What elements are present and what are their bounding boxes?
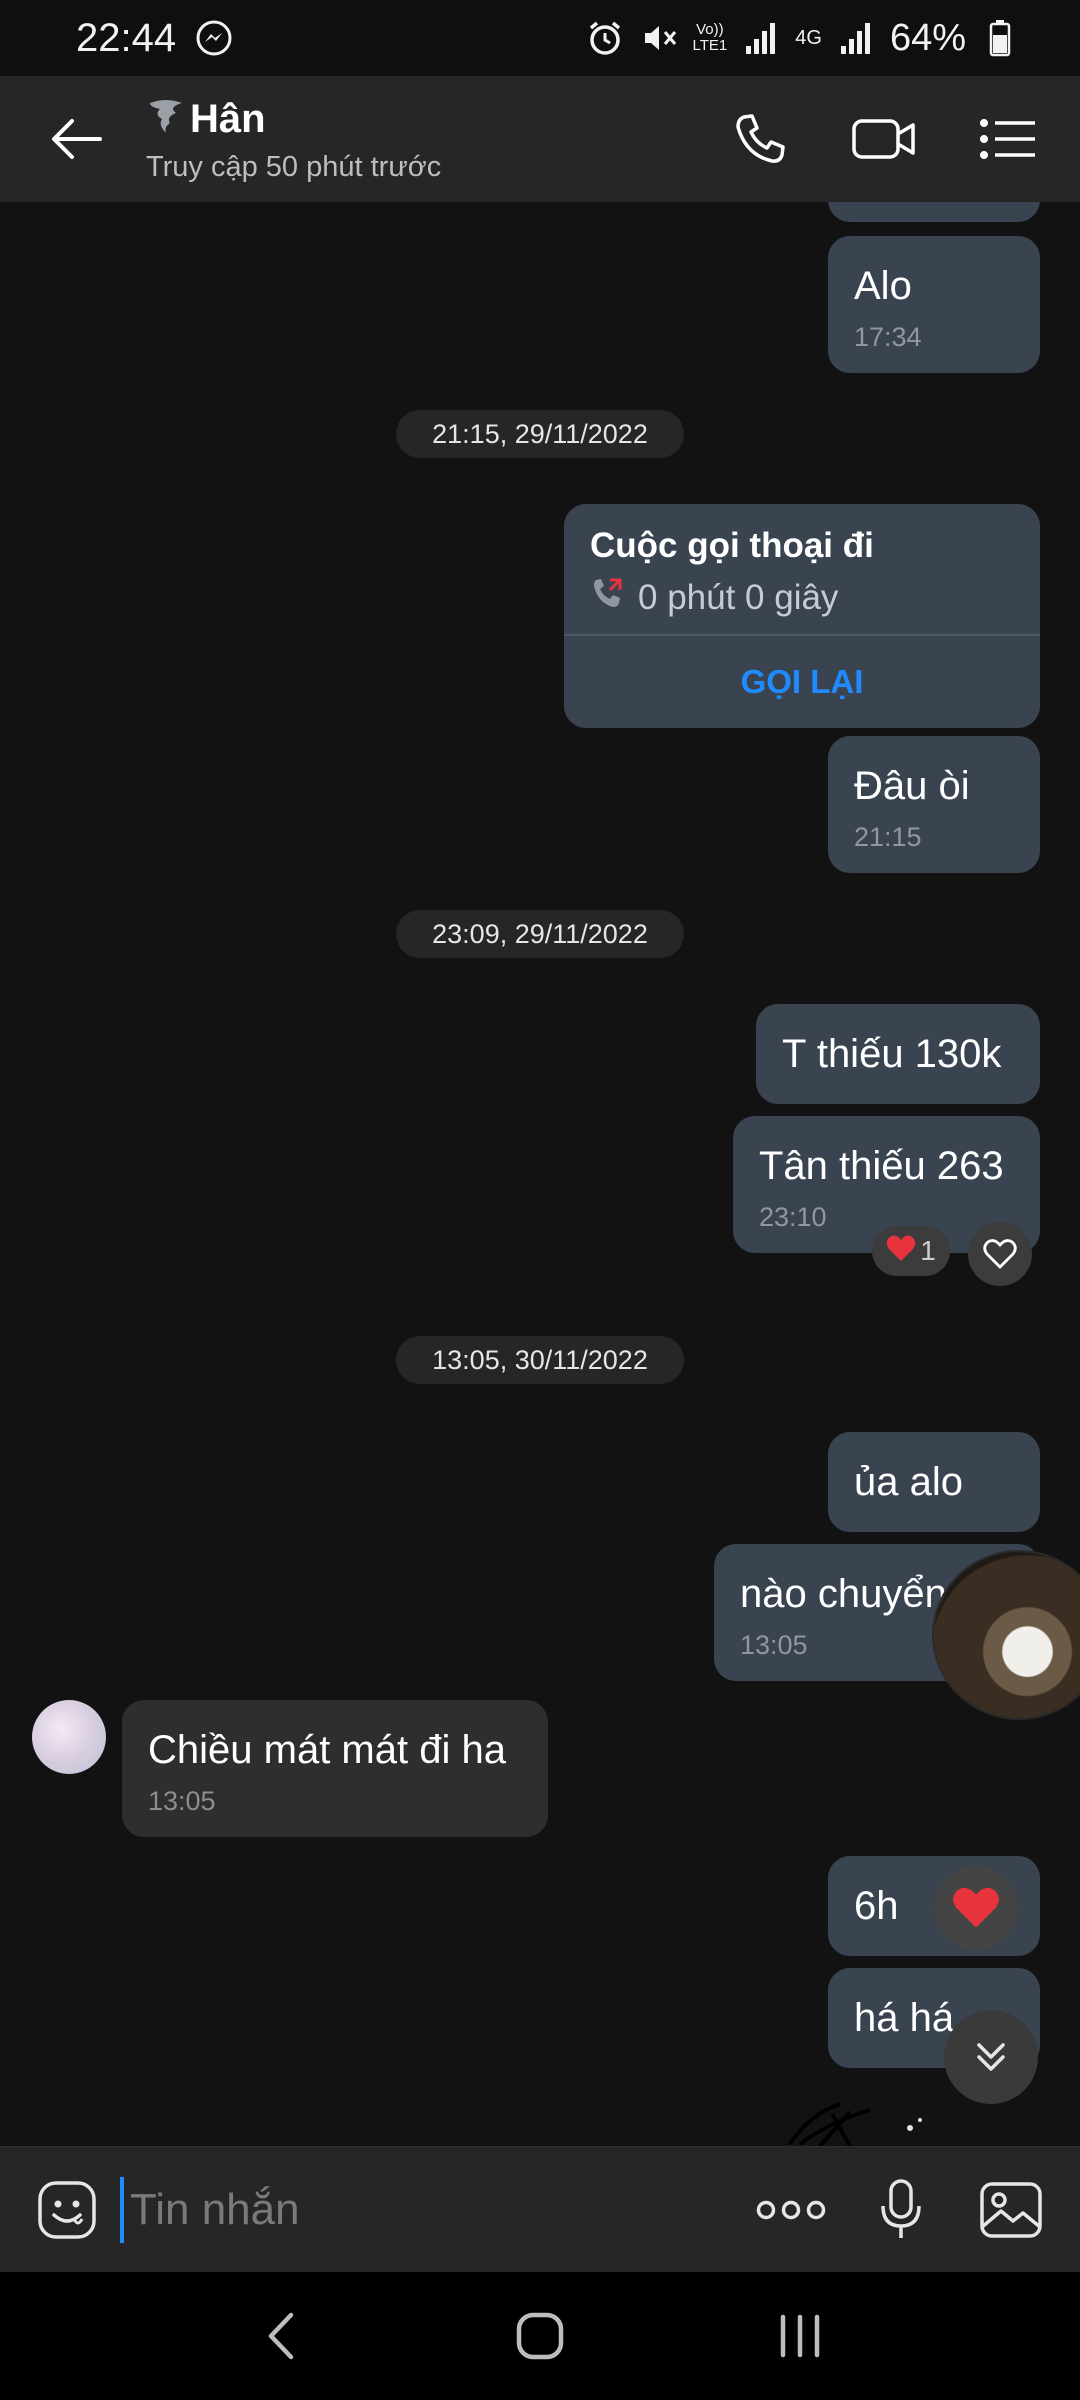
recents-icon <box>780 2314 820 2358</box>
more-options-button[interactable] <box>756 2175 826 2245</box>
message-composer <box>0 2146 1080 2272</box>
nav-home-button[interactable] <box>495 2291 585 2381</box>
microphone-icon <box>881 2178 921 2238</box>
battery-percent: 64% <box>889 16 966 59</box>
contact-avatar[interactable] <box>32 1700 106 1774</box>
signal-icon <box>741 18 781 58</box>
outgoing-call-icon <box>590 576 624 619</box>
list-menu-icon <box>980 119 1035 159</box>
back-arrow-icon <box>52 119 102 159</box>
chat-area[interactable]: Alo 17:34 21:15, 29/11/2022 Cuộc gọi tho… <box>0 202 1080 2146</box>
call-back-button[interactable]: GỌI LẠI <box>564 636 1040 728</box>
double-chevron-down-icon <box>977 2043 1005 2071</box>
message-bubble[interactable]: T thiếu 130k <box>756 1004 1040 1104</box>
sticker-icon <box>788 2102 922 2146</box>
message-bubble[interactable]: Alo 17:34 <box>828 236 1040 373</box>
network-4g-indicator: 4G <box>795 27 822 49</box>
message-bubble-cutoff[interactable] <box>828 202 1040 222</box>
back-button[interactable] <box>40 103 112 175</box>
message-bubble[interactable]: Đâu òi 21:15 <box>828 736 1040 873</box>
image-icon <box>980 2181 1042 2238</box>
contact-title[interactable]: Hân Truy cập 50 phút trước <box>146 95 441 184</box>
volte-indicator: Vo)) LTE1 <box>692 21 728 54</box>
menu-button[interactable] <box>972 103 1044 175</box>
heart-icon <box>886 1234 916 1269</box>
date-separator: 13:05, 30/11/2022 <box>396 1336 684 1384</box>
heart-icon <box>953 1887 999 1928</box>
home-circle-icon <box>516 2312 564 2360</box>
video-call-button[interactable] <box>848 103 920 175</box>
alarm-icon <box>585 18 625 58</box>
reaction-count: 1 <box>920 1235 936 1266</box>
voice-call-button[interactable] <box>724 103 796 175</box>
tornado-emoji-icon <box>146 95 186 145</box>
nav-back-button[interactable] <box>235 2291 325 2381</box>
signal-icon-2 <box>836 18 876 58</box>
last-seen-status: Truy cập 50 phút trước <box>146 150 442 183</box>
voice-record-button[interactable] <box>866 2175 936 2245</box>
nav-recents-button[interactable] <box>755 2291 845 2381</box>
emoji-button[interactable] <box>32 2175 102 2245</box>
date-separator: 23:09, 29/11/2022 <box>396 910 684 958</box>
more-dots-icon <box>756 2200 826 2219</box>
phone-icon <box>736 114 785 163</box>
messenger-icon <box>194 18 234 58</box>
chevron-left-icon <box>268 2312 294 2360</box>
outgoing-call-card[interactable]: Cuộc gọi thoại đi 0 phút 0 giây GỌI LẠI <box>564 504 1040 728</box>
mute-icon <box>639 18 679 58</box>
battery-icon <box>980 18 1020 58</box>
date-separator: 21:15, 29/11/2022 <box>396 410 684 458</box>
incoming-message-bubble[interactable]: Chiều mát mát đi ha 13:05 <box>122 1700 548 1837</box>
reaction-summary[interactable]: 1 <box>872 1226 950 1276</box>
chat-header: Hân Truy cập 50 phút trước <box>0 76 1080 202</box>
call-title: Cuộc gọi thoại đi <box>590 526 874 565</box>
react-button[interactable] <box>968 1222 1032 1286</box>
status-bar: 22:44 Vo)) LTE1 4G 64% <box>0 0 1080 76</box>
message-input[interactable] <box>120 2176 700 2243</box>
gallery-button[interactable] <box>976 2175 1046 2245</box>
scroll-to-bottom-button[interactable] <box>944 2010 1038 2104</box>
sticker-face-icon <box>38 2180 96 2239</box>
call-duration: 0 phút 0 giây <box>638 577 839 617</box>
heart-outline-icon <box>983 1239 1017 1269</box>
system-navigation-bar <box>0 2272 1080 2400</box>
contact-name: Hân <box>190 97 266 141</box>
heart-reaction-button[interactable] <box>934 1866 1018 1950</box>
message-bubble[interactable]: ủa alo <box>828 1432 1040 1532</box>
status-time: 22:44 <box>76 15 177 60</box>
video-camera-icon <box>852 119 915 159</box>
